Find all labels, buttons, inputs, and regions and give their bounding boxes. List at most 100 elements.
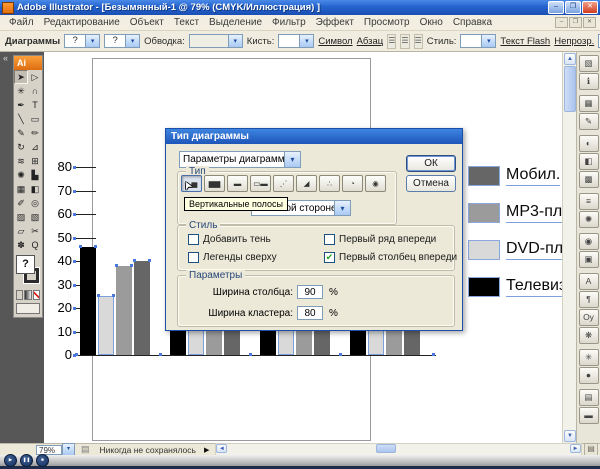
style-combo[interactable]: ▾ xyxy=(460,34,496,48)
menu-item-1[interactable]: Файл xyxy=(4,16,39,29)
info-panel-icon[interactable]: ℹ xyxy=(579,73,599,90)
selection-anchor[interactable] xyxy=(73,260,76,263)
magic-wand-tool[interactable]: ✳ xyxy=(14,84,28,98)
stacked-column-graph-icon[interactable]: ▆▆ xyxy=(204,175,225,192)
pen-tool[interactable]: ✒ xyxy=(14,98,28,112)
unchecked-checkbox[interactable] xyxy=(188,234,199,245)
opentype-panel-icon[interactable]: Oy xyxy=(579,309,599,326)
zoom-tool[interactable]: Q xyxy=(28,238,42,252)
checkbox-3[interactable]: Первый ряд впереди xyxy=(324,231,457,247)
lasso-tool[interactable]: ∩ xyxy=(28,84,42,98)
legend-item[interactable]: MP3-пл. xyxy=(468,203,562,223)
menu-item-10[interactable]: Справка xyxy=(448,16,497,29)
unchecked-checkbox[interactable] xyxy=(324,234,335,245)
transparency-panel-icon[interactable]: ◧ xyxy=(579,153,599,170)
chevron-down-icon[interactable]: ▾ xyxy=(229,34,243,48)
none-mode-icon[interactable] xyxy=(33,290,40,300)
menu-item-2[interactable]: Редактирование xyxy=(39,16,125,29)
selection-anchor[interactable] xyxy=(75,353,78,356)
chevron-down-icon[interactable]: ▾ xyxy=(300,34,314,48)
collapse-dock-icon[interactable]: « xyxy=(3,53,8,63)
selection-anchor[interactable] xyxy=(73,190,76,193)
scroll-up-icon[interactable]: ▲ xyxy=(564,53,576,65)
title-bar[interactable]: Adobe Illustrator - [Безымянный-1 @ 79% … xyxy=(0,0,600,15)
color-mode-icon[interactable] xyxy=(16,290,23,300)
fill-color-combo[interactable]: ? ▾ xyxy=(64,34,100,48)
paragraph-panel-icon[interactable]: ¶ xyxy=(579,291,599,308)
direct-selection-tool[interactable]: ▷ xyxy=(28,70,42,84)
line-graph-icon[interactable]: ⋰ xyxy=(273,175,294,192)
flash-text-link[interactable]: Текст Flash xyxy=(500,36,550,47)
selection-anchor[interactable] xyxy=(159,353,162,356)
column-width-input[interactable] xyxy=(297,285,323,299)
symbols-panel-icon[interactable]: ✺ xyxy=(579,211,599,228)
stroke-color-combo[interactable]: ? ▾ xyxy=(104,34,140,48)
record-pause-button[interactable]: ❚❚ xyxy=(20,454,33,467)
bar-graph-icon[interactable]: ▬ xyxy=(227,175,248,192)
chevron-down-icon[interactable]: ▾ xyxy=(334,201,350,215)
fill-swatch[interactable]: ? xyxy=(16,255,35,274)
doc-restore-button[interactable]: ❐ xyxy=(569,17,582,28)
status-flyout-icon[interactable]: ▶ xyxy=(204,446,209,454)
stroke-weight-combo[interactable]: ▾ xyxy=(189,34,243,48)
scroll-right-icon[interactable]: ► xyxy=(570,444,581,453)
align-center-icon[interactable]: ☰ xyxy=(400,34,409,49)
scatter-graph-icon[interactable]: ∴ xyxy=(319,175,340,192)
selection-anchor[interactable] xyxy=(79,245,82,248)
selection-tool[interactable]: ➤ xyxy=(14,70,28,84)
pattern-panel-icon[interactable]: ▩ xyxy=(579,171,599,188)
cluster-width-input[interactable] xyxy=(297,306,323,320)
navigator-panel-icon[interactable]: ▧ xyxy=(579,55,599,72)
selection-anchor[interactable] xyxy=(339,353,342,356)
layers-panel-icon[interactable]: ▤ xyxy=(579,389,599,406)
dialog-title-bar[interactable]: Тип диаграммы xyxy=(166,129,462,144)
menu-item-3[interactable]: Объект xyxy=(125,16,169,29)
doc-minimize-button[interactable]: – xyxy=(555,17,568,28)
symbol-sprayer-tool[interactable]: ✺ xyxy=(14,168,28,182)
paintbrush-tool[interactable]: ✎ xyxy=(14,126,28,140)
free-transform-tool[interactable]: ⊞ xyxy=(28,154,42,168)
record-play-button[interactable]: ▶ xyxy=(4,454,17,467)
selection-anchor[interactable] xyxy=(115,264,118,267)
legend-item[interactable]: Телевиз xyxy=(468,277,562,297)
align-right-icon[interactable]: ☰ xyxy=(414,34,423,49)
scroll-down-icon[interactable]: ▼ xyxy=(564,430,576,442)
links-panel-icon[interactable]: ▬ xyxy=(579,407,599,424)
vertical-scrollbar[interactable]: ▲ ▼ xyxy=(562,52,576,443)
blend-tool[interactable]: ◎ xyxy=(28,196,42,210)
vertical-scroll-thumb[interactable] xyxy=(564,66,576,112)
close-button[interactable]: ✕ xyxy=(582,1,598,14)
horizontal-scroll-thumb[interactable] xyxy=(376,444,396,453)
brushes-panel-icon[interactable]: ✎ xyxy=(579,113,599,130)
checkbox-4[interactable]: ✔Первый столбец впереди xyxy=(324,249,457,265)
checkbox-2[interactable]: Легенды сверху xyxy=(188,249,316,265)
menu-item-7[interactable]: Эффект xyxy=(311,16,359,29)
gradient-tool[interactable]: ◧ xyxy=(28,182,42,196)
selection-anchor[interactable] xyxy=(94,245,97,248)
checkbox-1[interactable]: Добавить тень xyxy=(188,231,316,247)
selection-anchor[interactable] xyxy=(112,294,115,297)
hand-tool[interactable]: ✽ xyxy=(14,238,28,252)
record-stop-button[interactable]: ■ xyxy=(36,454,49,467)
chevron-down-icon[interactable]: ▾ xyxy=(126,34,140,48)
menu-item-9[interactable]: Окно xyxy=(415,16,448,29)
chevron-down-icon[interactable]: ▾ xyxy=(482,34,496,48)
selection-anchor[interactable] xyxy=(73,166,76,169)
gradient-panel-icon[interactable]: ◐ xyxy=(579,135,599,152)
symbol-link[interactable]: Символ xyxy=(318,36,352,47)
menu-item-5[interactable]: Выделение xyxy=(204,16,267,29)
unchecked-checkbox[interactable] xyxy=(188,252,199,263)
selection-anchor[interactable] xyxy=(249,353,252,356)
attributes-panel-icon[interactable]: ● xyxy=(579,367,599,384)
cancel-button[interactable]: Отмена xyxy=(406,175,456,192)
selection-anchor[interactable] xyxy=(148,259,151,262)
selection-anchor[interactable] xyxy=(133,259,136,262)
scissors-tool[interactable]: ✂ xyxy=(28,224,42,238)
toolbox-header[interactable]: Ai xyxy=(14,56,42,70)
opacity-link[interactable]: Непрозр. xyxy=(554,36,594,47)
scale-tool[interactable]: ⊿ xyxy=(28,140,42,154)
screen-mode-button[interactable] xyxy=(16,303,40,314)
graph-bar[interactable] xyxy=(134,261,150,355)
chevron-down-icon[interactable]: ▾ xyxy=(284,152,300,167)
selection-anchor[interactable] xyxy=(73,237,76,240)
